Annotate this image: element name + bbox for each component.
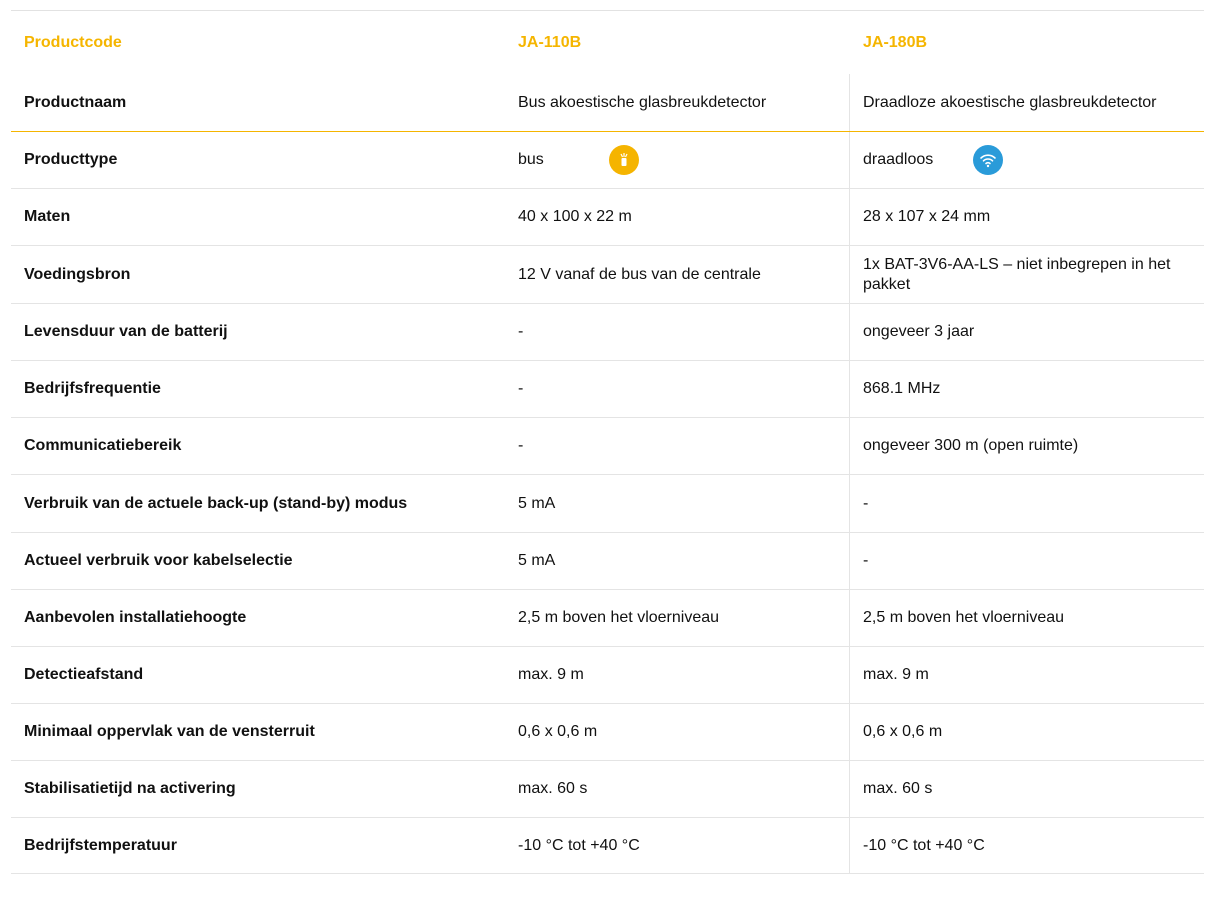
row-label: Communicatiebereik — [24, 437, 182, 454]
header-product-a: JA-110B — [518, 34, 582, 51]
row-value-a: - — [505, 418, 850, 474]
row-value-a: 0,6 x 0,6 m — [505, 704, 850, 760]
row-label: Actueel verbruik voor kabelselectie — [24, 552, 293, 569]
row-value-b: 868.1 MHz — [863, 380, 941, 397]
row-value-a-text: bus — [518, 151, 544, 168]
row-value-b: - — [863, 552, 869, 569]
table-row-verbruik-kabelselectie: Actueel verbruik voor kabelselectie 5 mA… — [11, 533, 1204, 590]
row-value-a: 40 x 100 x 22 m — [505, 189, 850, 245]
row-label: Stabilisatietijd na activering — [24, 780, 236, 797]
row-label: Bedrijfstemperatuur — [24, 836, 177, 854]
row-value-b: 1x BAT-3V6-AA-LS – niet inbegrepen in he… — [863, 255, 1171, 293]
row-value-a: 12 V vanaf de bus van de centrale — [505, 246, 850, 303]
row-value-b: -10 °C tot +40 °C — [863, 836, 985, 854]
table-row-producttype: Producttype bus draadloos — [11, 132, 1204, 189]
row-value-b: ongeveer 300 m (open ruimte) — [863, 437, 1079, 454]
row-label: Bedrijfsfrequentie — [24, 380, 161, 397]
row-value-b: max. 60 s — [863, 780, 933, 797]
header-label: Productcode — [24, 34, 122, 51]
row-value-b: max. 9 m — [863, 666, 929, 683]
type-wireless-group: draadloos — [863, 145, 1004, 175]
row-value-a: 5 mA — [505, 475, 850, 532]
row-value-b: draadloos — [850, 132, 1204, 188]
row-label: Verbruik van de actuele back-up (stand-b… — [24, 494, 408, 512]
row-value-a: 2,5 m boven het vloerniveau — [505, 590, 850, 646]
wifi-icon — [973, 145, 1004, 175]
row-label: Detectieafstand — [24, 666, 144, 683]
header-product-b: JA-180B — [863, 34, 928, 51]
table-row-oppervlak: Minimaal oppervlak van de vensterruit 0,… — [11, 704, 1204, 761]
row-value-b: 0,6 x 0,6 m — [863, 723, 943, 740]
row-value-b: 28 x 107 x 24 mm — [863, 208, 991, 225]
row-label: Maten — [24, 208, 71, 225]
row-value-b: 2,5 m boven het vloerniveau — [863, 609, 1065, 626]
row-label: Levensduur van de batterij — [24, 323, 228, 340]
table-row-installatiehoogte: Aanbevolen installatiehoogte 2,5 m boven… — [11, 590, 1204, 647]
table-row-bedrijfstemperatuur: Bedrijfstemperatuur -10 °C tot +40 °C -1… — [11, 818, 1204, 874]
row-label: Producttype — [24, 151, 118, 168]
row-label: Voedingsbron — [24, 265, 131, 283]
type-bus-group: bus — [518, 145, 639, 175]
bus-wire-icon — [608, 145, 639, 175]
table-row-productnaam: Productnaam Bus akoestische glasbreukdet… — [11, 74, 1204, 132]
row-label: Minimaal oppervlak van de vensterruit — [24, 723, 315, 740]
row-value-a: max. 60 s — [505, 761, 850, 817]
spec-comparison-table: Productcode JA-110B JA-180B Productnaam … — [11, 12, 1204, 874]
table-row-verbruik-standby: Verbruik van de actuele back-up (stand-b… — [11, 475, 1204, 533]
row-value-a: bus — [505, 132, 850, 188]
table-row-maten: Maten 40 x 100 x 22 m 28 x 107 x 24 mm — [11, 189, 1204, 246]
row-value-b: ongeveer 3 jaar — [863, 323, 975, 340]
table-header-row: Productcode JA-110B JA-180B — [11, 12, 1204, 74]
row-value-b: Draadloze akoestische glasbreukdetector — [863, 93, 1157, 111]
row-value-a: - — [505, 304, 850, 360]
row-value-b-text: draadloos — [863, 151, 934, 168]
table-row-stabilisatietijd: Stabilisatietijd na activering max. 60 s… — [11, 761, 1204, 818]
table-row-levensduur: Levensduur van de batterij - ongeveer 3 … — [11, 304, 1204, 361]
table-row-communicatiebereik: Communicatiebereik - ongeveer 300 m (ope… — [11, 418, 1204, 475]
row-value-a: - — [505, 361, 850, 417]
row-value-a: Bus akoestische glasbreukdetector — [505, 74, 850, 131]
row-value-a: -10 °C tot +40 °C — [505, 818, 850, 873]
row-label: Aanbevolen installatiehoogte — [24, 609, 247, 626]
table-row-voedingsbron: Voedingsbron 12 V vanaf de bus van de ce… — [11, 246, 1204, 304]
row-label: Productnaam — [24, 93, 127, 111]
row-value-b: - — [863, 494, 869, 512]
table-top-rule — [11, 10, 1204, 11]
table-row-bedrijfsfrequentie: Bedrijfsfrequentie - 868.1 MHz — [11, 361, 1204, 418]
table-row-detectieafstand: Detectieafstand max. 9 m max. 9 m — [11, 647, 1204, 704]
row-value-a: max. 9 m — [505, 647, 850, 703]
row-value-a: 5 mA — [505, 533, 850, 589]
